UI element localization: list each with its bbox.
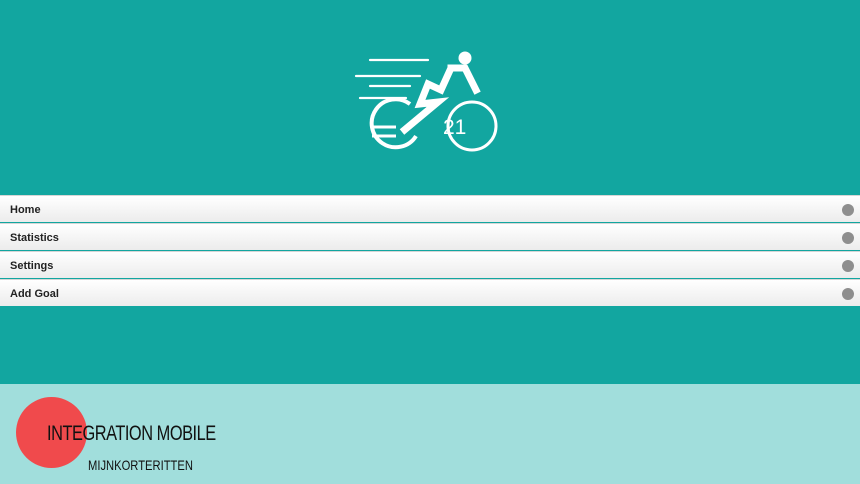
footer-banner: INTEGRATION MOBILE MIJNKORTERITTEN [0,384,860,484]
logo-number: 21 [443,116,466,139]
cyclist-euro-icon: 21 [354,51,498,152]
main-menu: Home Statistics Settings Add Goal [0,195,860,306]
circle-indicator-icon [842,232,854,244]
menu-item-statistics[interactable]: Statistics [0,223,860,250]
footer-title: INTEGRATION MOBILE [47,422,216,445]
menu-item-label: Home [10,204,41,216]
circle-indicator-icon [842,260,854,272]
menu-item-label: Add Goal [10,288,59,300]
menu-item-label: Settings [10,260,54,272]
menu-item-settings[interactable]: Settings [0,251,860,278]
circle-indicator-icon [842,288,854,300]
circle-indicator-icon [842,204,854,216]
menu-item-home[interactable]: Home [0,195,860,222]
menu-item-label: Statistics [10,232,59,244]
footer-subtitle: MIJNKORTERITTEN [88,457,193,473]
menu-item-add-goal[interactable]: Add Goal [0,279,860,306]
app-header-area: 21 Home Statistics Settings Add Goal [0,0,860,384]
